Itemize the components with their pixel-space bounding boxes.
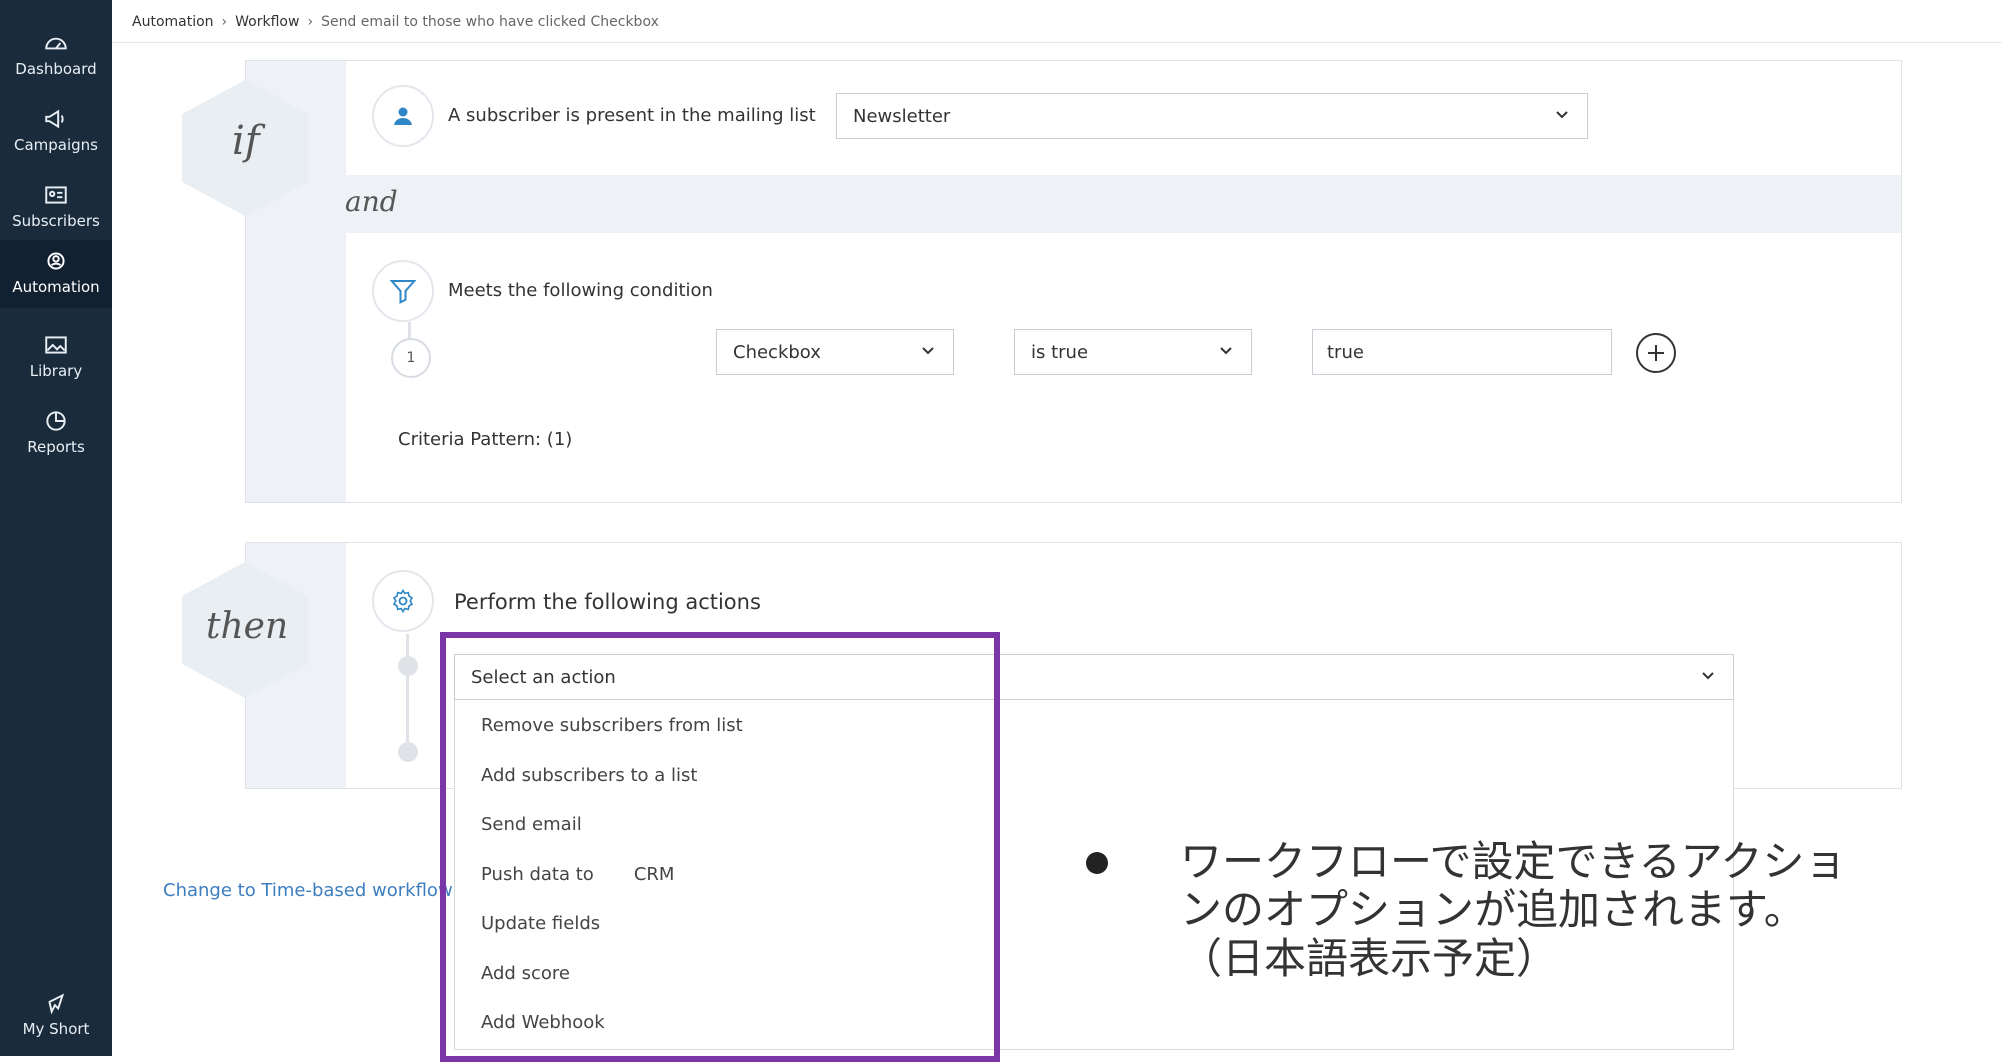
sidebar-item-campaigns[interactable]: Campaigns <box>0 98 112 170</box>
sidebar-item-label: Dashboard <box>15 60 97 78</box>
mailing-list-select-value: Newsletter <box>853 105 951 127</box>
breadcrumb-workflow[interactable]: Workflow <box>235 14 299 30</box>
sidebar-item-label: My Short <box>22 1020 90 1038</box>
condition-operator-select[interactable]: is true <box>1014 329 1252 375</box>
annotation-line-2: ンのオプションが追加されます。 <box>1180 885 1806 935</box>
sidebar-item-reports[interactable]: Reports <box>0 400 112 472</box>
chevron-down-icon <box>922 347 934 355</box>
filter-icon-circle <box>372 260 434 322</box>
sidebar-item-my-short[interactable]: My Short <box>0 982 112 1054</box>
megaphone-icon <box>45 109 64 129</box>
action-connector <box>406 634 409 754</box>
condition-value-input[interactable]: true <box>1312 329 1612 375</box>
annotation-line-1: ワークフローで設定できるアクショ <box>1180 837 1847 886</box>
app-frame: Dashboard Campaigns Subscribers Automati… <box>0 0 2002 1062</box>
and-keyword: and <box>345 185 398 218</box>
condition-label: Meets the following condition <box>448 280 713 301</box>
chevron-down-icon <box>1556 111 1568 119</box>
person-icon <box>394 107 412 125</box>
condition-field-value: Checkbox <box>733 341 821 363</box>
breadcrumb-automation[interactable]: Automation <box>132 14 214 30</box>
criteria-pattern: Criteria Pattern: (1) <box>398 429 573 450</box>
sidebar-item-label: Automation <box>12 278 100 296</box>
sidebar-item-label: Reports <box>27 438 85 456</box>
actions-label: Perform the following actions <box>454 590 761 614</box>
action-step-dot <box>398 742 418 762</box>
sidebar-item-label: Campaigns <box>13 136 98 154</box>
dashboard-icon <box>45 37 67 50</box>
mailing-list-select[interactable]: Newsletter <box>836 93 1588 139</box>
condition-number: 1 <box>391 338 431 378</box>
contact-card-icon <box>45 186 67 204</box>
plus-icon <box>1648 345 1664 361</box>
condition-field-select[interactable]: Checkbox <box>716 329 954 375</box>
sidebar-item-label: Subscribers <box>12 212 100 230</box>
gear-icon-circle <box>372 570 434 632</box>
breadcrumb: Automation › Workflow › Send email to th… <box>132 14 659 30</box>
automation-icon <box>47 252 65 270</box>
condition-value-text: true <box>1327 341 1364 363</box>
annotation-text: ワークフローで設定できるアクショ ンのオプションが追加されます。 （日本語表示予… <box>1180 837 1847 983</box>
sidebar-item-library[interactable]: Library <box>0 324 112 396</box>
action-step-dot <box>398 656 418 676</box>
filter-icon <box>389 280 417 304</box>
sidebar: Dashboard Campaigns Subscribers Automati… <box>0 0 112 1056</box>
highlight-box <box>440 632 1000 1062</box>
add-condition-button[interactable] <box>1636 333 1676 373</box>
condition-operator-value: is true <box>1031 341 1089 363</box>
breadcrumb-current: Send email to those who have clicked Che… <box>321 14 659 30</box>
if-keyword: if <box>232 118 260 164</box>
sidebar-item-automation[interactable]: Automation <box>0 240 112 308</box>
sidebar-item-subscribers[interactable]: Subscribers <box>0 174 112 246</box>
shortcut-icon <box>48 993 65 1015</box>
image-icon <box>45 336 67 354</box>
breadcrumb-separator: › <box>307 14 314 30</box>
pie-chart-icon <box>46 411 66 431</box>
bullet-point <box>1086 852 1108 874</box>
sidebar-item-label: Library <box>29 362 83 380</box>
chevron-down-icon <box>1220 347 1232 355</box>
header-divider <box>112 42 2002 43</box>
subscriber-icon-circle <box>372 85 434 147</box>
then-keyword: then <box>206 606 289 647</box>
and-band <box>345 175 1901 233</box>
sidebar-item-dashboard[interactable]: Dashboard <box>0 22 112 94</box>
breadcrumb-separator: › <box>221 14 228 30</box>
chevron-down-icon <box>1702 672 1714 680</box>
change-to-time-based-link[interactable]: Change to Time-based workflow <box>163 880 453 901</box>
gear-icon <box>392 588 414 614</box>
trigger-label: A subscriber is present in the mailing l… <box>448 105 816 126</box>
annotation-line-3: （日本語表示予定） <box>1180 933 1559 983</box>
